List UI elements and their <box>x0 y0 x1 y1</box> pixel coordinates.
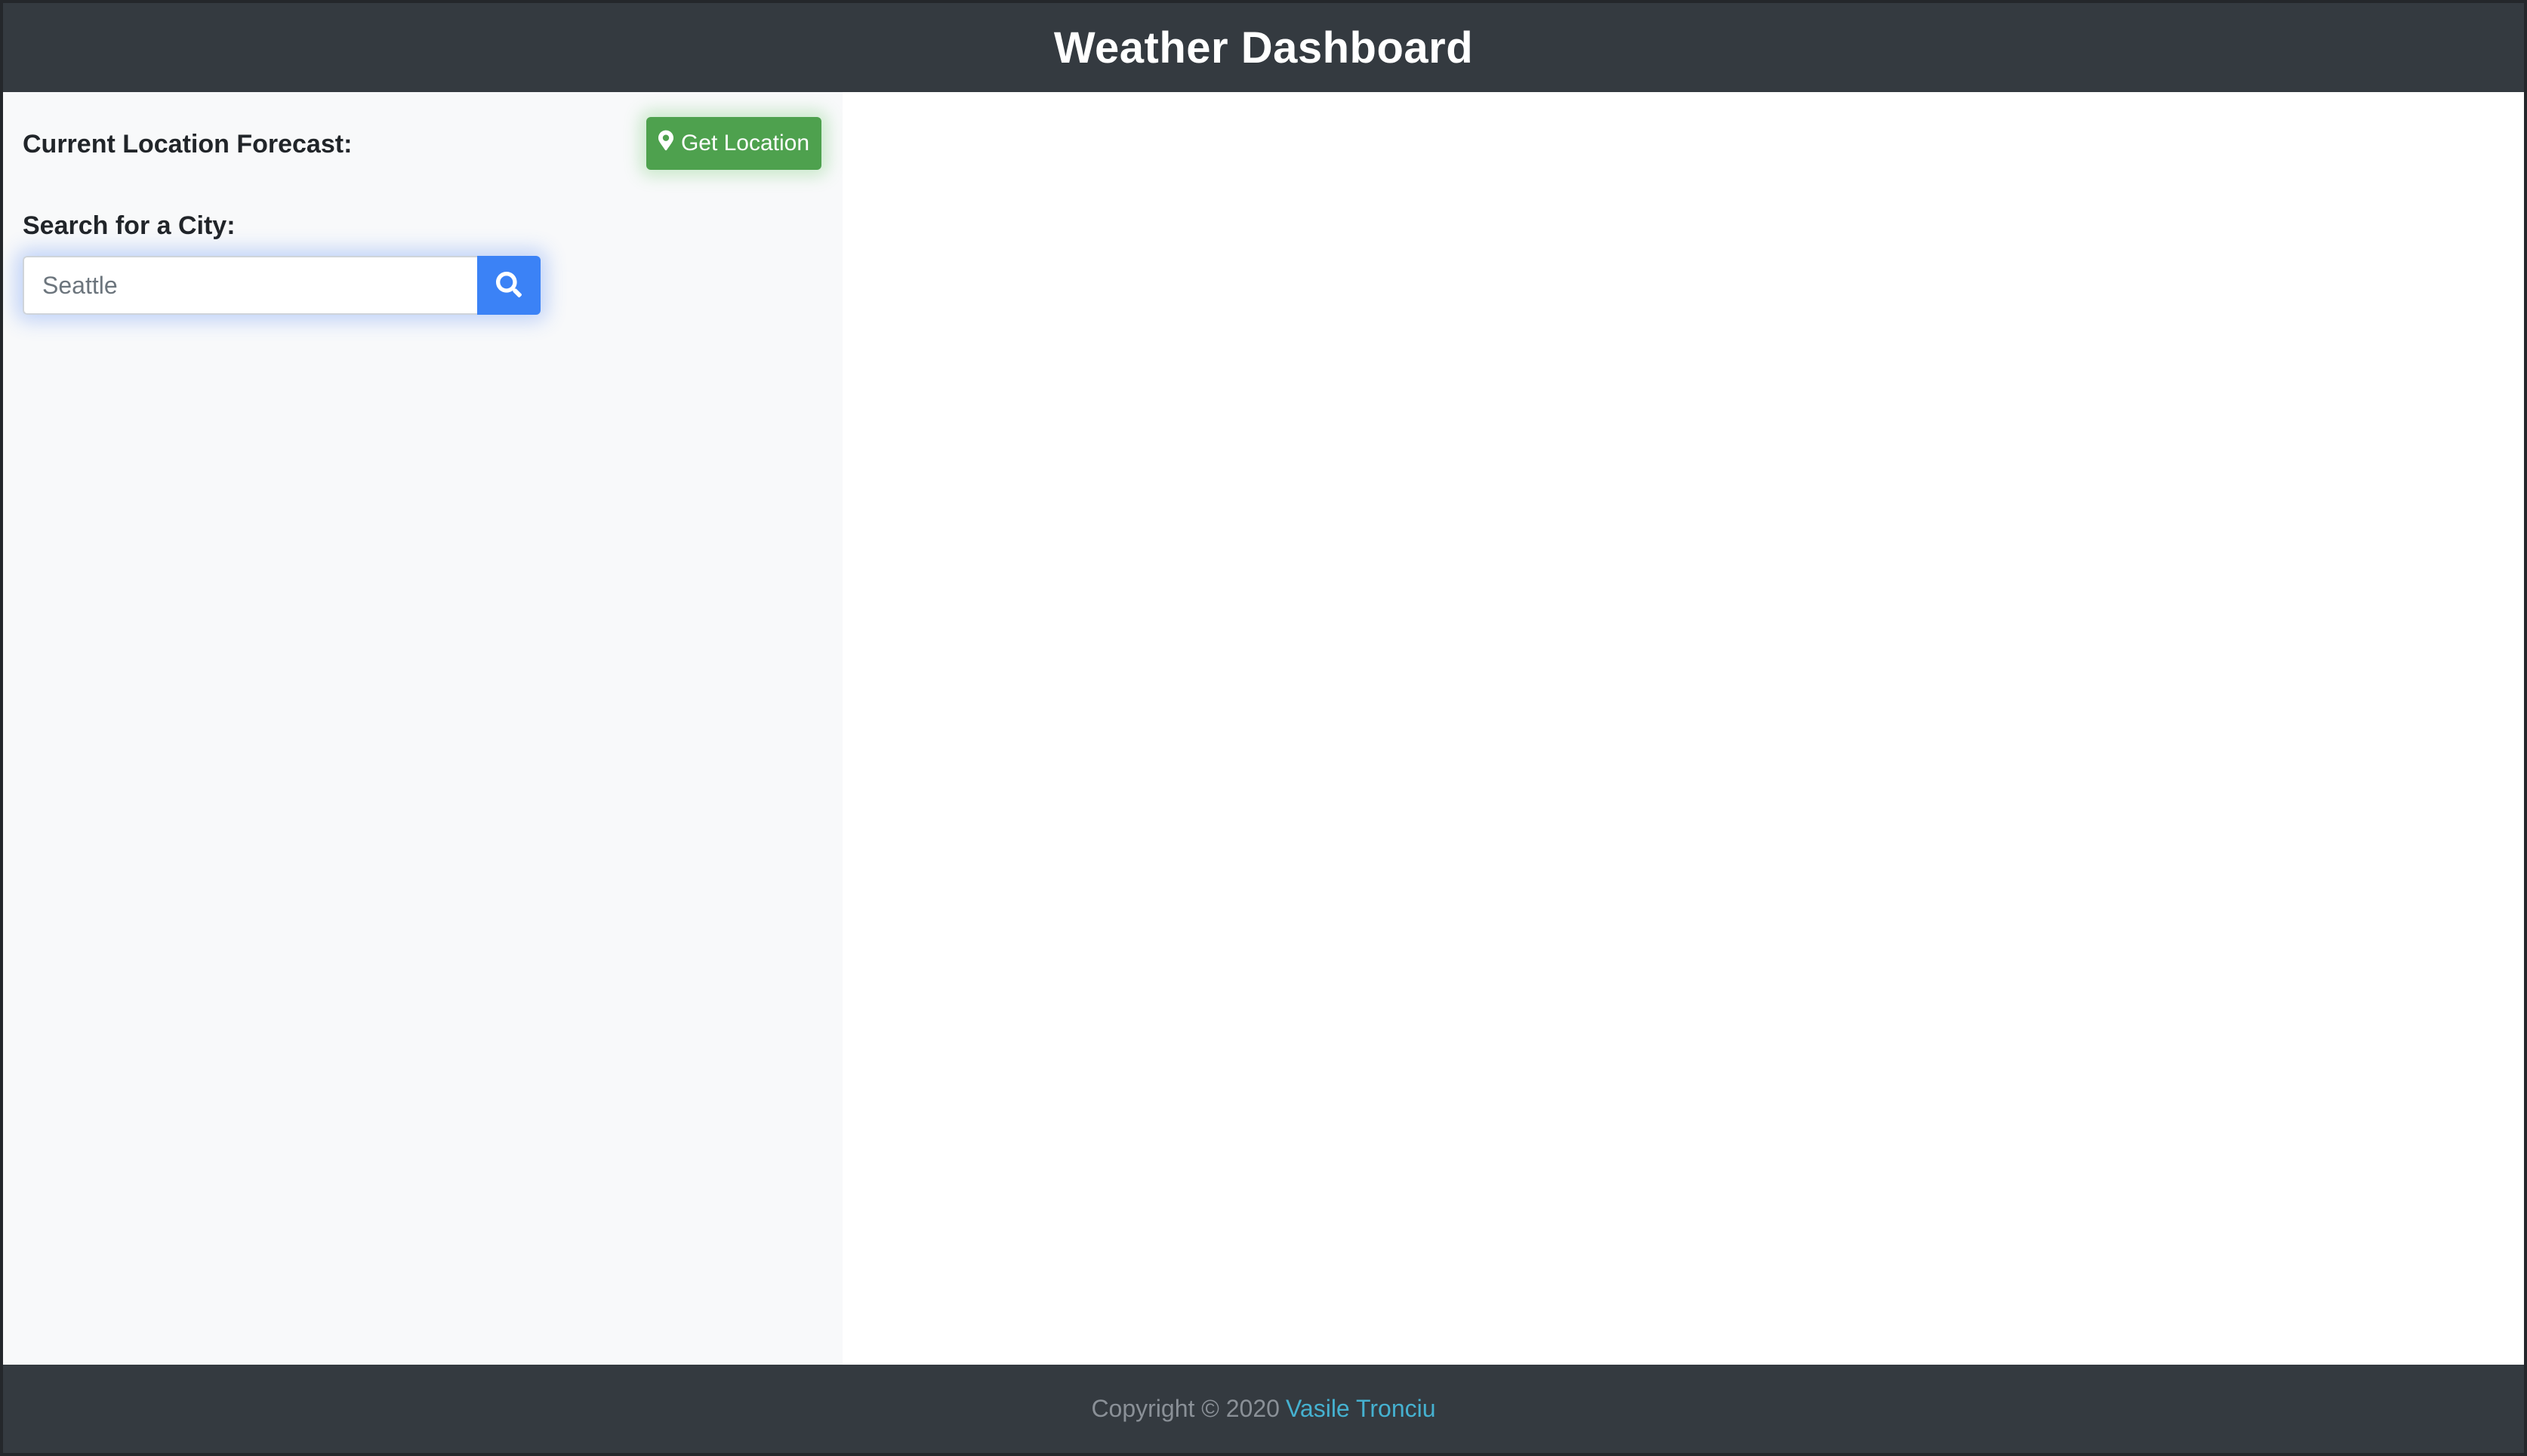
map-marker-icon <box>658 130 673 157</box>
search-city-label: Search for a City: <box>23 211 236 240</box>
forecast-content-area <box>843 92 2524 1365</box>
get-location-button[interactable]: Get Location <box>646 117 821 170</box>
search-icon <box>496 271 522 300</box>
app-window: Weather Dashboard Current Location Forec… <box>0 0 2527 1456</box>
copyright-text: Copyright © 2020 <box>1091 1395 1280 1422</box>
city-search-group <box>23 256 541 315</box>
sidebar: Current Location Forecast: Get Location … <box>3 92 843 1365</box>
city-search-input[interactable] <box>23 256 477 315</box>
page-footer: Copyright © 2020 Vasile Tronciu <box>3 1365 2524 1453</box>
current-location-label: Current Location Forecast: <box>23 130 353 159</box>
page-header: Weather Dashboard <box>3 3 2524 92</box>
search-button[interactable] <box>477 256 541 315</box>
get-location-label: Get Location <box>680 131 810 155</box>
author-link[interactable]: Vasile Tronciu <box>1286 1395 1436 1423</box>
page-title: Weather Dashboard <box>1053 23 1474 72</box>
